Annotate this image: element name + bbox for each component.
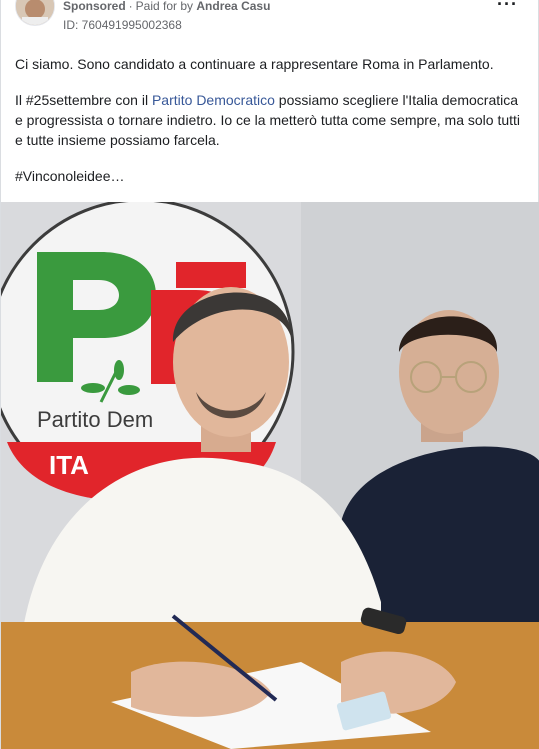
logo-wordmark: Partito Dem [37,407,153,432]
more-horizontal-icon: ··· [497,0,518,14]
post-header: Sponsored · Paid for by Andrea Casu ID: 76… [1,0,539,40]
post-paragraph-2: Il #25settembre con il Partito Democrati… [15,90,527,150]
sponsored-line: Sponsored · Paid for by Andrea Casu [63,0,270,13]
avatar-photo [16,0,54,25]
hashtag-see-more[interactable]: #Vinconoleidee… [15,166,527,186]
more-options-button[interactable]: ··· [497,0,518,15]
post-text: Ci siamo. Sono candidato a continuare a … [15,54,527,202]
ad-id: ID: 760491995002368 [63,18,182,32]
paragraph-2-start: Il #25settembre con il [15,92,152,108]
partito-democratico-link[interactable]: Partito Democratico [152,92,275,108]
paid-for-prefix: Paid for by [135,0,194,13]
payer-name[interactable]: Andrea Casu [196,0,270,13]
post-paragraph-1: Ci siamo. Sono candidato a continuare a … [15,56,494,72]
sponsored-label: Sponsored [63,0,126,13]
post-photo-illustration: Partito Dem ITA [1,202,539,749]
advertiser-avatar[interactable] [15,0,55,26]
logo-band-text: ITA [49,450,89,480]
separator-dot: · [128,0,133,13]
post-image[interactable]: Partito Dem ITA [1,202,539,749]
ad-post-card: Sponsored · Paid for by Andrea Casu ID: 76… [0,0,539,749]
